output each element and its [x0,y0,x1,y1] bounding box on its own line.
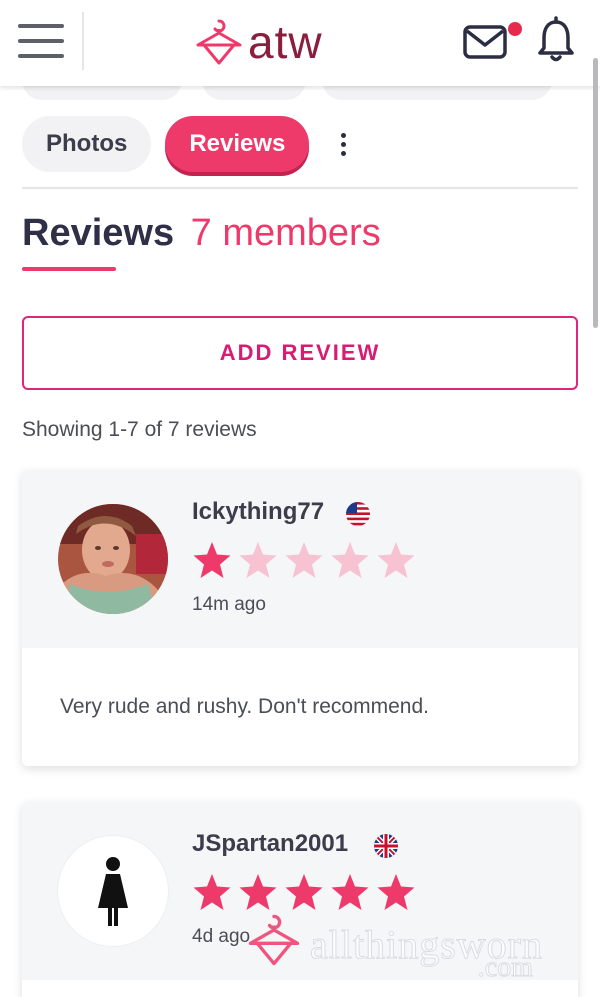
member-count: 7 members [190,212,381,254]
hanger-logo-icon [196,19,242,65]
logo-text: atw [248,16,323,68]
divider [22,187,578,189]
bell-icon[interactable] [536,16,576,64]
avatar[interactable] [58,836,168,946]
reviewer-username[interactable]: Ickything77 [192,498,324,526]
tab-reviews[interactable]: Reviews [165,116,310,172]
reviewer-username[interactable]: JSpartan2001 [192,830,348,858]
add-review-button[interactable]: ADD REVIEW [22,316,578,390]
site-logo[interactable]: atw [194,14,323,70]
profile-tabs: Photos Reviews [22,114,357,174]
review-header: Ickything77 14m ago [22,470,578,648]
review-time: 4d ago [192,926,251,947]
top-header: atw [0,0,600,86]
review-text: Very rude and rushy. Don't recommend. [60,695,429,718]
section-title-text: Reviews [22,212,175,254]
star-empty-icon [239,542,277,578]
review-time: 14m ago [192,594,266,615]
star-filled-icon [285,874,323,910]
uk-flag-icon [374,834,398,858]
hamburger-menu-icon[interactable] [18,24,66,60]
star-rating [192,872,422,912]
scrollbar[interactable] [593,58,598,328]
title-underline [22,267,116,271]
watermark: allthingsworn .com [246,912,543,984]
header-divider [82,12,84,70]
star-filled-icon [193,874,231,910]
unread-badge [508,22,522,36]
more-options-icon[interactable] [329,116,357,172]
star-filled-icon [239,874,277,910]
review-card: Ickything77 14m ago Very rude and rushy.… [22,470,578,766]
section-title: Reviews 7 members [22,212,381,255]
user-photo [58,504,168,614]
us-flag-icon [346,502,370,526]
avatar[interactable] [58,504,168,614]
hanger-watermark-icon [248,914,300,966]
star-filled-icon [377,874,415,910]
default-female-avatar-icon [98,857,128,926]
star-empty-icon [331,542,369,578]
star-filled-icon [331,874,369,910]
mail-icon[interactable] [462,24,510,60]
star-empty-icon [285,542,323,578]
star-empty-icon [377,542,415,578]
star-filled-icon [193,542,231,578]
star-rating [192,540,422,580]
tab-photos[interactable]: Photos [22,116,152,172]
results-count: Showing 1-7 of 7 reviews [22,418,257,441]
watermark-suffix: .com [477,952,533,984]
